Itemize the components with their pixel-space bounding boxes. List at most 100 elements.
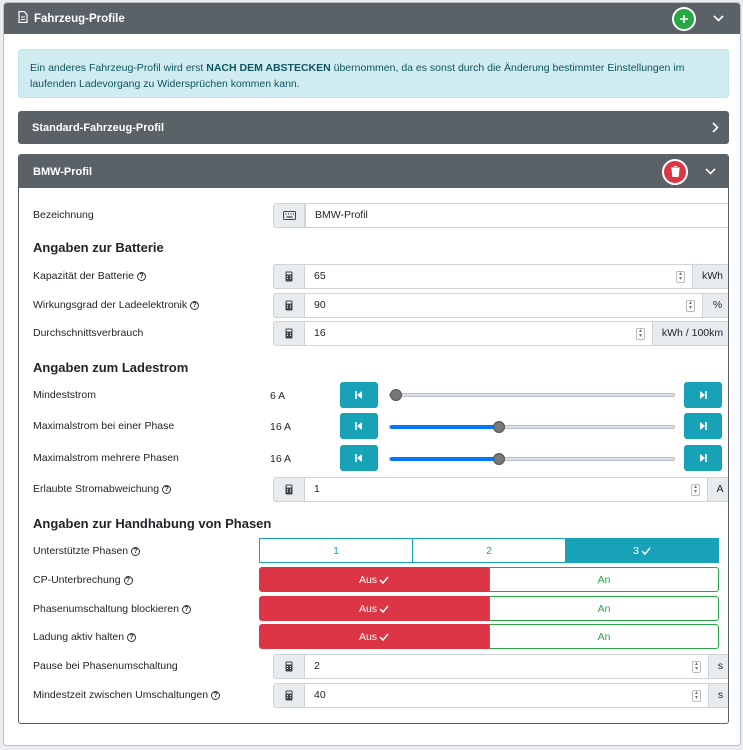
min-time-label: Mindestzeit zwischen Umschaltungen bbox=[33, 689, 209, 701]
vehicle-profiles-header: Fahrzeug-Profile bbox=[4, 3, 740, 34]
question-circle-icon[interactable]: ? bbox=[190, 300, 200, 310]
block-switch-toggle: Aus An bbox=[259, 596, 719, 621]
battery-heading: Angaben zur Batterie bbox=[33, 240, 164, 255]
question-circle-icon[interactable]: ? bbox=[127, 632, 137, 642]
max-one-slider[interactable] bbox=[389, 421, 675, 433]
bmw-profile-card: BMW-Profil Bezeichnung BMW-Profil Angabe… bbox=[18, 154, 729, 724]
pause-label: Pause bei Phasenumschaltung bbox=[33, 660, 178, 672]
step-forward-icon bbox=[700, 422, 707, 430]
keep-active-on-button[interactable]: An bbox=[489, 624, 719, 649]
slider-thumb[interactable] bbox=[390, 389, 402, 401]
consumption-input[interactable]: 16 ▴ ▾ bbox=[305, 320, 653, 346]
name-row: Bezeichnung BMW-Profil bbox=[33, 202, 728, 228]
min-time-label-wrap: Mindestzeit zwischen Umschaltungen? bbox=[33, 689, 221, 701]
standard-profile-card[interactable]: Standard-Fahrzeug-Profil bbox=[18, 111, 729, 144]
standard-profile-title: Standard-Fahrzeug-Profil bbox=[32, 121, 165, 134]
cp-interrupt-on-button[interactable]: An bbox=[489, 567, 719, 592]
question-circle-icon[interactable]: ? bbox=[131, 546, 141, 556]
pause-row: Pause bei Phasenumschaltung 2 ▴ ▾ s bbox=[33, 653, 728, 679]
slider-thumb[interactable] bbox=[493, 421, 505, 433]
calculator-icon bbox=[273, 476, 305, 502]
spinner-icon[interactable]: ▴ ▾ bbox=[686, 299, 695, 312]
phase-option-label: 3 bbox=[633, 544, 639, 557]
slider-thumb[interactable] bbox=[493, 453, 505, 465]
supported-phases-group: 1 2 3 bbox=[259, 538, 719, 563]
chevron-right-icon bbox=[712, 122, 719, 133]
deviation-label: Erlaubte Stromabweichung bbox=[33, 483, 160, 495]
step-forward-icon bbox=[700, 454, 707, 462]
plus-icon bbox=[680, 14, 688, 23]
alert-text-bold: NACH DEM ABSTECKEN bbox=[206, 62, 331, 74]
efficiency-label: Wirkungsgrad der Ladeelektronik bbox=[33, 299, 188, 311]
pause-input[interactable]: 2 ▴ ▾ bbox=[305, 653, 709, 679]
collapse-button[interactable] bbox=[706, 7, 730, 31]
spinner-icon[interactable]: ▴ ▾ bbox=[691, 483, 700, 496]
question-circle-icon[interactable]: ? bbox=[136, 271, 146, 281]
min-current-slider[interactable] bbox=[389, 389, 675, 401]
max-one-label: Maximalstrom bei einer Phase bbox=[33, 420, 175, 432]
spinner-icon[interactable]: ▴ ▾ bbox=[636, 327, 645, 340]
delete-profile-button[interactable] bbox=[662, 158, 688, 185]
off-label: Aus bbox=[358, 602, 378, 615]
keep-label-wrap: Ladung aktiv halten? bbox=[33, 631, 137, 643]
pause-unit: s bbox=[709, 653, 728, 679]
cp-interrupt-label: CP-Unterbrechung bbox=[33, 574, 121, 586]
block-switch-label: Phasenumschaltung blockieren bbox=[33, 603, 179, 615]
min-current-decrease-button[interactable] bbox=[340, 382, 378, 408]
keep-active-off-button[interactable]: Aus bbox=[259, 624, 489, 649]
capacity-label: Kapazität der Batterie bbox=[33, 270, 134, 282]
supported-phases-label: Unterstützte Phasen bbox=[33, 545, 129, 557]
min-current-increase-button[interactable] bbox=[684, 382, 722, 408]
on-label: An bbox=[597, 573, 611, 586]
deviation-unit: A bbox=[708, 476, 728, 502]
phase-option-3[interactable]: 3 bbox=[566, 538, 719, 563]
add-profile-button[interactable] bbox=[672, 6, 696, 31]
question-circle-icon[interactable]: ? bbox=[211, 690, 221, 700]
efficiency-value: 90 bbox=[314, 299, 326, 311]
keep-active-toggle: Aus An bbox=[259, 624, 719, 649]
block-switch-off-button[interactable]: Aus bbox=[259, 596, 489, 621]
deviation-value: 1 bbox=[314, 483, 320, 495]
question-circle-icon[interactable]: ? bbox=[181, 604, 191, 614]
efficiency-label-wrap: Wirkungsgrad der Ladeelektronik? bbox=[33, 299, 200, 311]
capacity-label-wrap: Kapazität der Batterie? bbox=[33, 270, 146, 282]
cp-interrupt-off-button[interactable]: Aus bbox=[259, 567, 489, 592]
efficiency-input[interactable]: 90 ▴ ▾ bbox=[305, 292, 703, 318]
step-forward-icon bbox=[700, 391, 707, 399]
spinner-icon[interactable]: ▴ ▾ bbox=[692, 660, 701, 673]
phase-option-1[interactable]: 1 bbox=[259, 538, 413, 563]
check-icon bbox=[379, 576, 389, 584]
calculator-icon bbox=[273, 653, 305, 679]
name-input[interactable]: BMW-Profil bbox=[305, 202, 728, 228]
question-circle-icon[interactable]: ? bbox=[162, 484, 172, 494]
keep-active-label: Ladung aktiv halten bbox=[33, 631, 125, 643]
consumption-row: Durchschnittsverbrauch 16 ▴ ▾ kWh / 100km bbox=[33, 320, 728, 346]
max-one-decrease-button[interactable] bbox=[340, 413, 378, 439]
calculator-icon bbox=[273, 292, 305, 318]
question-circle-icon[interactable]: ? bbox=[123, 575, 133, 585]
max-multi-slider[interactable] bbox=[389, 453, 675, 465]
spinner-icon[interactable]: ▴ ▾ bbox=[676, 270, 685, 283]
deviation-input[interactable]: 1 ▴ ▾ bbox=[305, 476, 708, 502]
max-one-increase-button[interactable] bbox=[684, 413, 722, 439]
consumption-value: 16 bbox=[314, 327, 326, 339]
capacity-input[interactable]: 65 ▴ ▾ bbox=[305, 263, 693, 289]
phase-option-2[interactable]: 2 bbox=[413, 538, 566, 563]
supported-label-wrap: Unterstützte Phasen? bbox=[33, 545, 141, 557]
min-time-input[interactable]: 40 ▴ ▾ bbox=[305, 682, 709, 708]
efficiency-input-group: 90 ▴ ▾ % bbox=[273, 292, 728, 318]
consumption-input-group: 16 ▴ ▾ kWh / 100km bbox=[273, 320, 728, 346]
on-label: An bbox=[597, 630, 611, 643]
bmw-collapse-button[interactable] bbox=[698, 160, 722, 184]
phase-option-label: 2 bbox=[486, 544, 492, 557]
consumption-label: Durchschnittsverbrauch bbox=[33, 327, 144, 339]
max-multi-decrease-button[interactable] bbox=[340, 445, 378, 471]
pause-value: 2 bbox=[314, 660, 320, 672]
spinner-icon[interactable]: ▴ ▾ bbox=[692, 689, 701, 702]
block-switch-on-button[interactable]: An bbox=[489, 596, 719, 621]
deviation-row: Erlaubte Stromabweichung? 1 ▴ ▾ A bbox=[33, 476, 728, 502]
max-one-value: 16 A bbox=[270, 421, 292, 433]
file-icon bbox=[18, 10, 28, 26]
efficiency-unit: % bbox=[703, 292, 728, 318]
max-multi-increase-button[interactable] bbox=[684, 445, 722, 471]
